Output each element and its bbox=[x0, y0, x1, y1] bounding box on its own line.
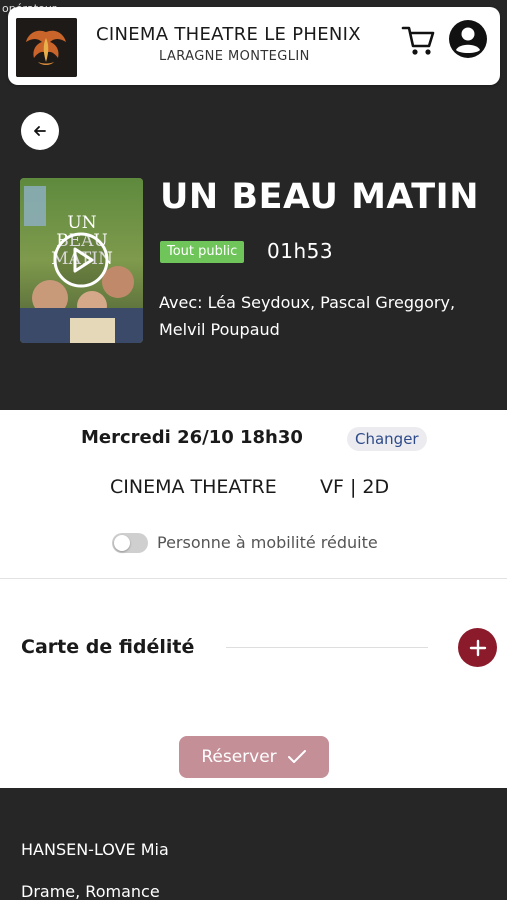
reserve-button-label: Réserver bbox=[201, 747, 277, 767]
session-version: VF | 2D bbox=[320, 476, 390, 498]
plus-icon bbox=[469, 639, 486, 656]
account-icon[interactable] bbox=[448, 19, 488, 59]
movie-duration: 01h53 bbox=[267, 239, 334, 263]
movie-title: UN BEAU MATIN bbox=[160, 177, 479, 217]
cinema-logo[interactable] bbox=[16, 18, 77, 77]
loyalty-card-label: Carte de fidélité bbox=[21, 636, 195, 658]
check-icon bbox=[287, 750, 306, 763]
section-divider bbox=[0, 578, 507, 579]
poster-title-line-1: UN bbox=[67, 213, 96, 233]
rating-badge: Tout public bbox=[160, 241, 245, 263]
status-bar-carrier: opérateur bbox=[2, 2, 57, 15]
session-room: CINEMA THEATRE bbox=[110, 476, 277, 498]
loyalty-divider bbox=[226, 647, 428, 648]
movie-genre: Drame, Romance bbox=[21, 882, 160, 900]
toggle-knob bbox=[114, 535, 130, 551]
pmr-toggle[interactable] bbox=[112, 533, 148, 553]
pmr-label: Personne à mobilité réduite bbox=[157, 533, 378, 552]
movie-cast: Avec: Léa Seydoux, Pascal Greggory, Melv… bbox=[159, 293, 456, 339]
add-loyalty-card-button[interactable] bbox=[458, 628, 497, 667]
play-icon[interactable] bbox=[52, 231, 110, 289]
change-session-button[interactable]: Changer bbox=[347, 427, 427, 451]
cart-icon[interactable] bbox=[401, 22, 437, 58]
arrow-left-icon bbox=[34, 126, 46, 136]
back-button[interactable] bbox=[21, 112, 59, 150]
cinema-city: LARAGNE MONTEGLIN bbox=[159, 49, 310, 64]
movie-director: HANSEN-LOVE Mia bbox=[21, 840, 169, 859]
cinema-name: CINEMA THEATRE LE PHENIX bbox=[96, 24, 361, 45]
reserve-button[interactable]: Réserver bbox=[179, 736, 329, 778]
session-date: Mercredi 26/10 18h30 bbox=[81, 427, 303, 448]
